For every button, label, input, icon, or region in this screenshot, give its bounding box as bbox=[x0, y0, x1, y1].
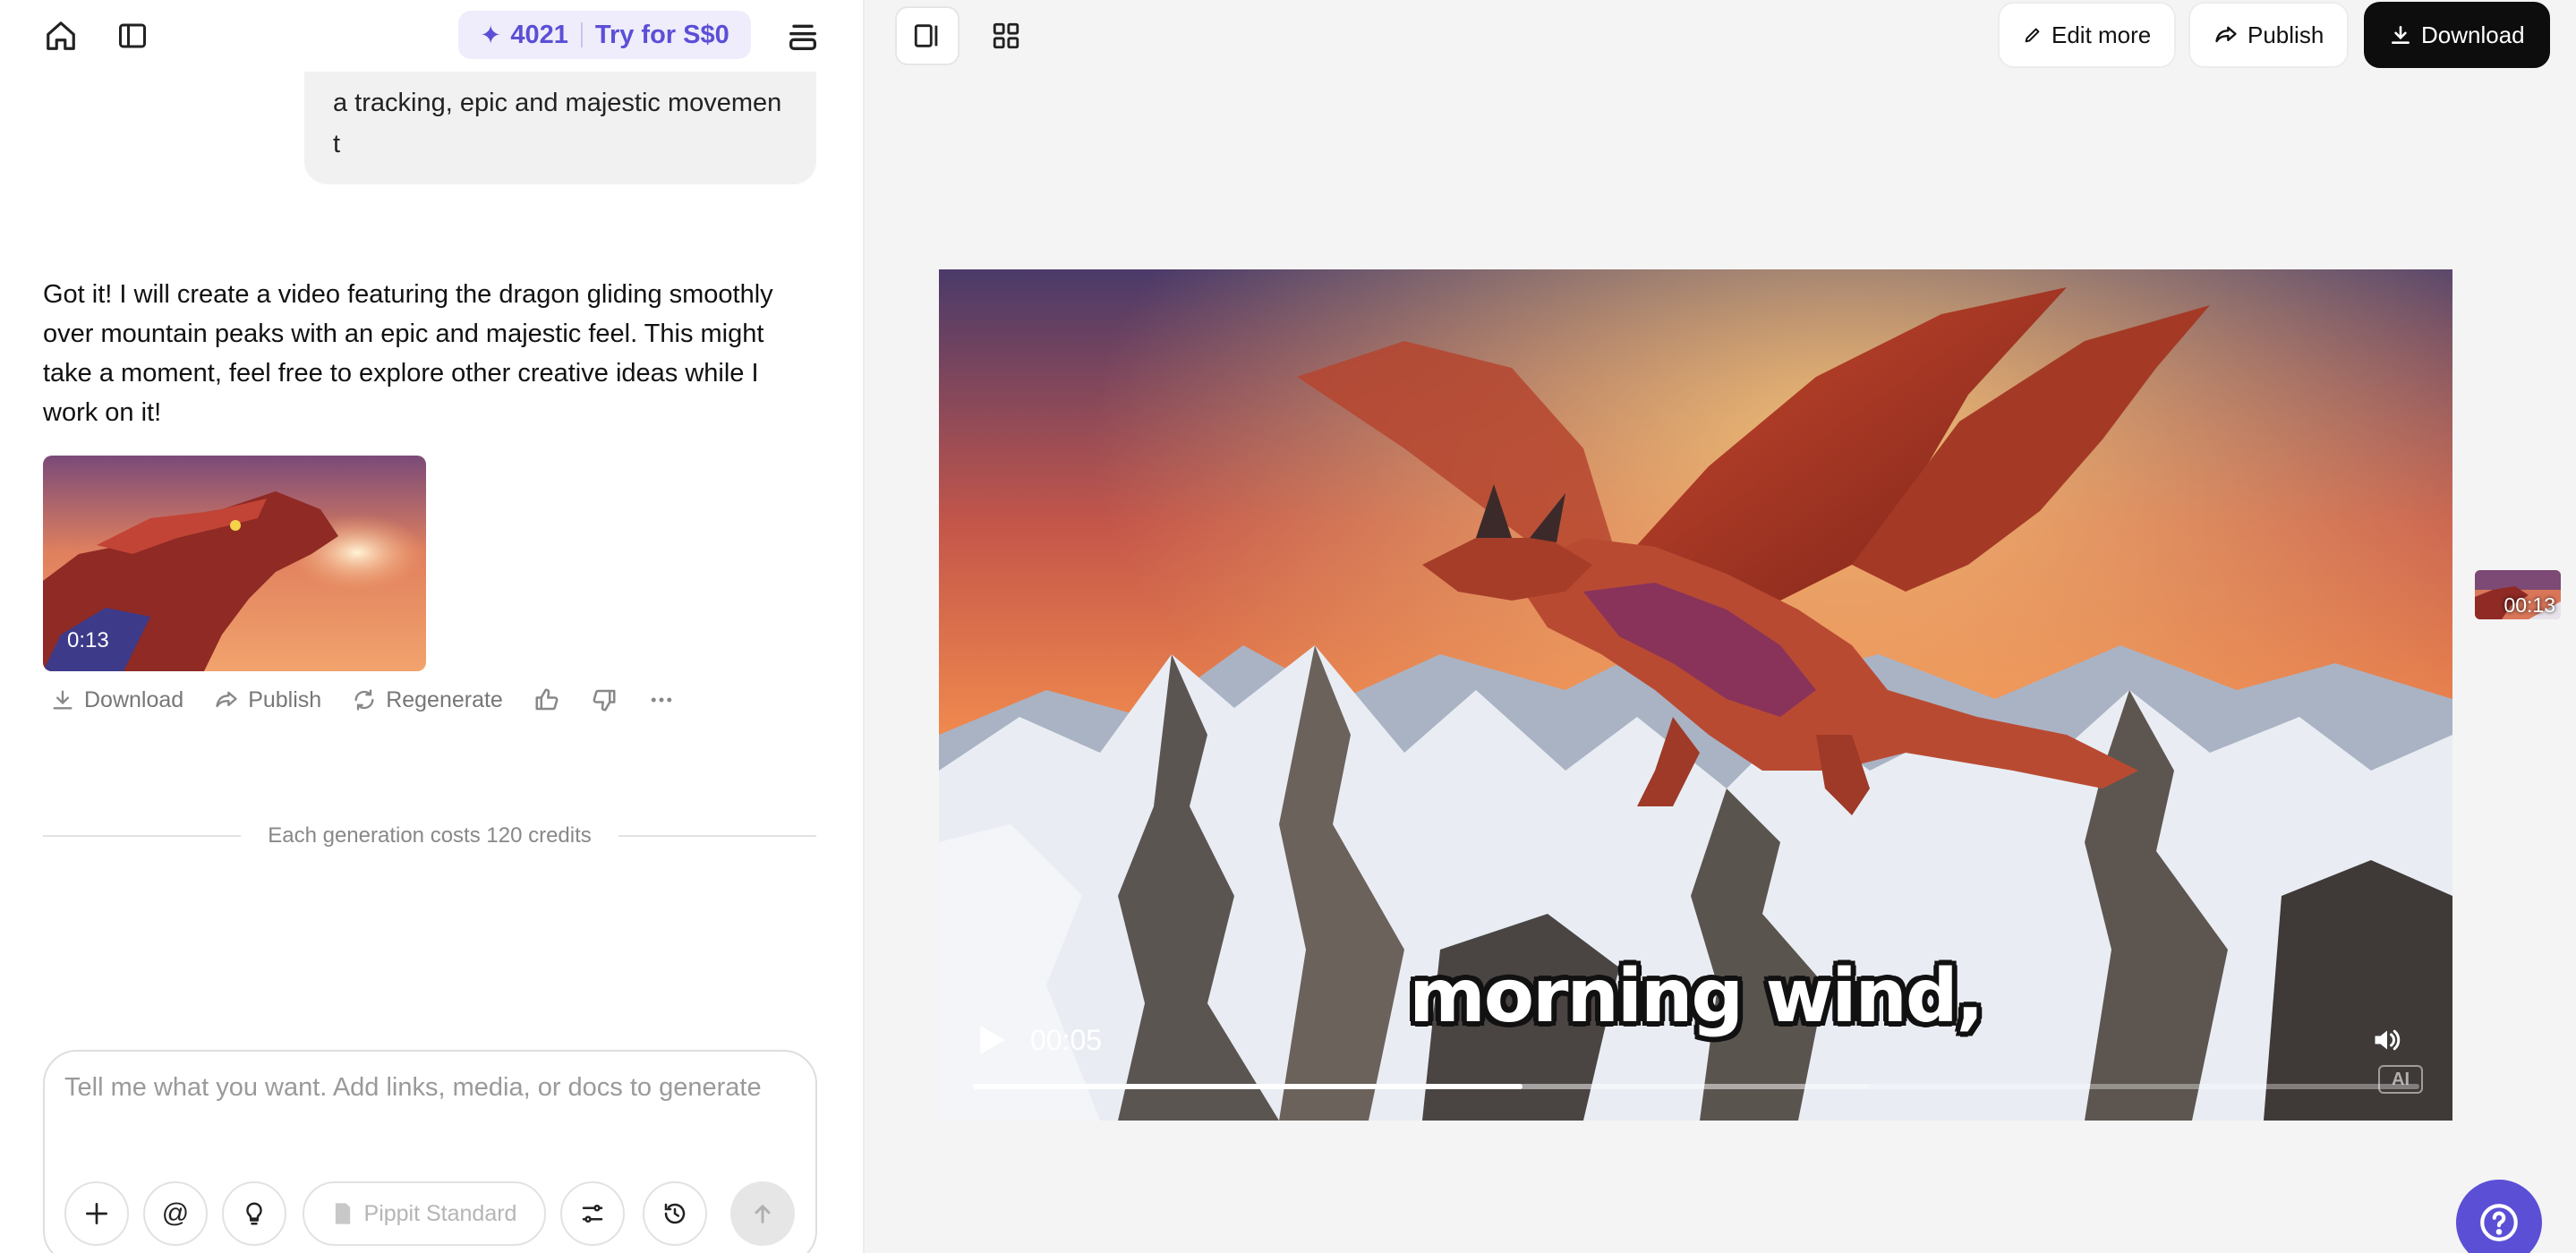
publish-label: Publish bbox=[2248, 21, 2324, 48]
thumbs-up-icon[interactable] bbox=[533, 686, 560, 713]
sparkle-icon: ✦ bbox=[480, 21, 502, 50]
edit-more-label: Edit more bbox=[2051, 21, 2152, 48]
thumbs-down-icon[interactable] bbox=[591, 686, 618, 713]
credits-count: 4021 bbox=[510, 20, 568, 49]
timeline-thumbnail[interactable]: 00:13 bbox=[2475, 570, 2561, 619]
download-action[interactable]: Download bbox=[50, 687, 183, 713]
video-current-time: 00:05 bbox=[1030, 1024, 1103, 1056]
prompt-input[interactable] bbox=[64, 1073, 798, 1103]
plus-icon[interactable] bbox=[64, 1181, 129, 1246]
regenerate-action[interactable]: Regenerate bbox=[352, 687, 503, 713]
help-icon bbox=[2480, 1204, 2518, 1241]
preview-panel: Edit more Publish Download morning wind,… bbox=[866, 0, 2576, 1253]
share-icon bbox=[216, 691, 237, 708]
side-thumbnail-duration: 00:13 bbox=[2503, 593, 2555, 617]
regenerate-label: Regenerate bbox=[386, 686, 503, 712]
share-icon bbox=[2215, 26, 2237, 43]
video-buffer-fill bbox=[973, 1084, 1870, 1089]
model-icon bbox=[335, 1203, 350, 1224]
prompt-composer: @ Pippit Standard bbox=[43, 1050, 817, 1253]
volume-icon[interactable] bbox=[2371, 1024, 2403, 1061]
cost-note: Each generation costs 120 credits bbox=[268, 823, 592, 848]
publish-label: Publish bbox=[248, 686, 322, 712]
chat-topbar: ✦ 4021 Try for S$0 bbox=[0, 0, 863, 72]
settings-sliders-icon[interactable] bbox=[560, 1181, 625, 1246]
chat-panel: ✦ 4021 Try for S$0 a tracking, epic and … bbox=[0, 0, 865, 1253]
divider-line bbox=[618, 835, 817, 837]
help-button[interactable] bbox=[2456, 1180, 2542, 1253]
ai-badge: AI bbox=[2378, 1065, 2423, 1094]
divider bbox=[580, 22, 583, 47]
pencil-icon bbox=[2025, 28, 2040, 43]
download-label: Download bbox=[84, 686, 184, 712]
lightbulb-icon[interactable] bbox=[222, 1181, 286, 1246]
download-label: Download bbox=[2421, 21, 2525, 48]
assistant-message: Got it! I will create a video featuring … bbox=[43, 280, 773, 427]
edit-more-button[interactable]: Edit more bbox=[1998, 2, 2177, 68]
at-symbol: @ bbox=[161, 1198, 190, 1228]
thumbnail-duration: 0:13 bbox=[67, 628, 109, 652]
user-message-line: t bbox=[333, 130, 341, 158]
model-selector[interactable]: Pippit Standard bbox=[303, 1181, 546, 1246]
grid-icon[interactable] bbox=[974, 6, 1038, 65]
message-actions: Download Publish Regenerate bbox=[50, 682, 675, 718]
sidebar-toggle-icon[interactable] bbox=[111, 16, 154, 55]
video-progress-bar[interactable] bbox=[973, 1084, 2419, 1089]
play-icon[interactable] bbox=[978, 1024, 1007, 1061]
cost-divider: Each generation costs 120 credits bbox=[43, 822, 817, 850]
menu-stack-icon[interactable] bbox=[780, 16, 825, 57]
credits-badge[interactable]: ✦ 4021 Try for S$0 bbox=[458, 11, 751, 59]
history-icon[interactable] bbox=[643, 1181, 707, 1246]
video-caption: morning wind, bbox=[1409, 954, 1983, 1039]
user-message-bubble: a tracking, epic and majestic movemen t bbox=[304, 72, 816, 184]
try-free-link[interactable]: Try for S$0 bbox=[595, 21, 729, 50]
publish-action[interactable]: Publish bbox=[214, 687, 321, 713]
download-icon bbox=[2392, 26, 2410, 44]
video-thumbnail[interactable]: 0:13 bbox=[43, 456, 426, 671]
divider-line bbox=[43, 835, 242, 837]
user-message-line: a tracking, epic and majestic movemen bbox=[333, 89, 782, 117]
model-label: Pippit Standard bbox=[363, 1200, 517, 1226]
split-view-icon[interactable] bbox=[895, 6, 960, 65]
send-button[interactable] bbox=[730, 1181, 795, 1246]
at-icon[interactable]: @ bbox=[143, 1181, 208, 1246]
regenerate-icon bbox=[354, 689, 374, 711]
more-icon[interactable] bbox=[648, 686, 675, 713]
download-icon bbox=[53, 690, 73, 710]
download-button[interactable]: Download bbox=[2364, 2, 2550, 68]
publish-button[interactable]: Publish bbox=[2188, 2, 2350, 68]
home-icon[interactable] bbox=[39, 16, 82, 55]
video-player[interactable]: morning wind, 00:05 AI bbox=[939, 269, 2452, 1121]
send-arrow-icon bbox=[755, 1204, 771, 1223]
